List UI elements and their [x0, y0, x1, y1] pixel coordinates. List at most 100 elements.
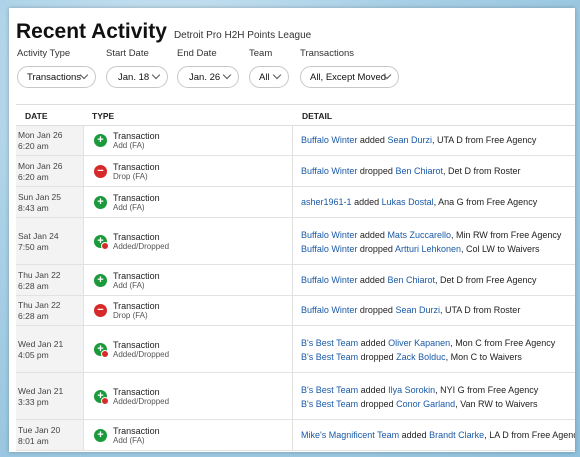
- date-cell: Tue Jan 20 8:01 am: [16, 420, 84, 450]
- action-verb: added: [359, 229, 385, 240]
- detail-cell: B's Best Team added Oliver Kapanen, Mon …: [301, 326, 575, 372]
- detail-rest: , Det D from Roster: [442, 165, 521, 176]
- transactions-dropdown[interactable]: All, Except Moved: [300, 66, 399, 88]
- player-link[interactable]: Conor Garland: [396, 399, 455, 409]
- action-verb: dropped: [359, 305, 393, 315]
- transactions-value: All, Except Moved: [310, 71, 387, 83]
- detail-rest: , Min RW from Free Agency: [450, 229, 562, 240]
- row-day: Wed Jan 21: [18, 338, 64, 349]
- detail-rest: , LA D from Free Agency: [484, 429, 575, 440]
- table-row: Sun Jan 25 8:43 am + Transaction Add (FA) ash…: [16, 187, 575, 218]
- transaction-subtype: Drop (FA): [113, 171, 148, 181]
- team-link[interactable]: Buffalo Winter: [301, 135, 357, 145]
- type-cell: − Transaction Drop (FA): [84, 156, 293, 186]
- row-day: Thu Jan 22: [18, 300, 61, 310]
- action-verb: dropped: [360, 351, 394, 362]
- add-icon: +: [94, 428, 107, 442]
- date-cell: Sun Jan 25 8:43 am: [16, 187, 84, 217]
- row-time: 6:28 am: [18, 280, 49, 291]
- action-verb: added: [359, 274, 385, 285]
- team-dropdown[interactable]: All: [249, 66, 289, 88]
- player-link[interactable]: Brandt Clarke: [429, 430, 484, 440]
- table-row: Mon Jan 26 6:20 am + Transaction Add (FA) Buf…: [16, 126, 575, 156]
- table-row: Wed Jan 21 3:33 pm + Transaction Added/Dropp…: [16, 373, 575, 420]
- start-date-value: Jan. 18: [118, 71, 150, 83]
- team-link[interactable]: Buffalo Winter: [301, 305, 357, 315]
- start-date-dropdown[interactable]: Jan. 18: [106, 66, 168, 88]
- row-time: 6:20 am: [18, 141, 49, 151]
- detail-rest: , Det D from Free Agency: [434, 274, 537, 285]
- player-link[interactable]: Ben Chiarot: [395, 166, 443, 176]
- team-link[interactable]: Buffalo Winter: [301, 275, 357, 285]
- date-cell: Mon Jan 26 6:20 am: [16, 126, 84, 155]
- team-value: All: [259, 71, 270, 83]
- player-link[interactable]: Artturi Lehkonen: [395, 244, 461, 254]
- chevron-down-icon: [222, 70, 232, 80]
- activity-type-label: Activity Type: [17, 48, 71, 59]
- league-name: Detroit Pro H2H Points League: [173, 30, 312, 41]
- table-row: Thu Jan 22 6:28 am + Transaction Add (FA) Buf…: [16, 265, 575, 296]
- action-verb: added: [401, 429, 427, 440]
- detail-cell: Buffalo Winter added Ben Chiarot, Det D …: [301, 265, 575, 295]
- transaction-subtype: Add (FA): [113, 280, 145, 290]
- transaction-type: Transaction: [113, 301, 160, 311]
- date-cell: Mon Jan 26 6:20 am: [16, 156, 84, 186]
- team-link[interactable]: Buffalo Winter: [301, 166, 357, 176]
- detail-line: B's Best Team added Oliver Kapanen, Mon …: [301, 338, 555, 349]
- team-link[interactable]: asher1961-1: [301, 197, 352, 207]
- player-link[interactable]: Mats Zuccarello: [387, 230, 451, 240]
- transaction-subtype: Add (FA): [113, 435, 145, 445]
- add-drop-icon: +: [94, 342, 109, 358]
- transaction-type: Transaction: [113, 131, 160, 141]
- row-day: Tue Jan 20: [18, 424, 61, 435]
- table-row: Mon Jan 26 6:20 am − Transaction Drop (FA) Bu…: [16, 156, 575, 187]
- row-time: 4:05 pm: [18, 349, 49, 360]
- drop-icon: −: [94, 164, 107, 178]
- detail-line: B's Best Team dropped Conor Garland, Van…: [301, 399, 538, 410]
- transaction-subtype: Added/Dropped: [113, 396, 170, 406]
- type-cell: + Transaction Added/Dropped: [84, 218, 293, 264]
- detail-cell: Buffalo Winter added Sean Durzi, UTA D f…: [301, 126, 575, 155]
- date-cell: Thu Jan 22 6:28 am: [16, 296, 84, 325]
- team-link[interactable]: B's Best Team: [301, 352, 358, 362]
- activity-type-dropdown[interactable]: Transactions: [17, 66, 96, 88]
- detail-rest: , Ana G from Free Agency: [433, 196, 538, 207]
- player-link[interactable]: Ilya Sorokin: [388, 385, 435, 395]
- date-cell: Wed Jan 21 3:33 pm: [16, 373, 84, 419]
- detail-line: Buffalo Winter dropped Ben Chiarot, Det …: [301, 166, 520, 177]
- team-link[interactable]: B's Best Team: [301, 399, 358, 409]
- detail-cell: Buffalo Winter dropped Ben Chiarot, Det …: [301, 156, 575, 186]
- transaction-type: Transaction: [113, 270, 160, 281]
- team-link[interactable]: Buffalo Winter: [301, 244, 357, 254]
- player-link[interactable]: Oliver Kapanen: [388, 338, 450, 348]
- player-link[interactable]: Sean Durzi: [395, 305, 440, 315]
- date-cell: Thu Jan 22 6:28 am: [16, 265, 84, 295]
- type-cell: + Transaction Add (FA): [84, 187, 293, 217]
- team-link[interactable]: B's Best Team: [301, 385, 358, 395]
- date-cell: Wed Jan 21 4:05 pm: [16, 326, 84, 372]
- player-link[interactable]: Lukas Dostal: [382, 197, 434, 207]
- row-day: Thu Jan 22: [18, 269, 61, 280]
- table-row: Wed Jan 21 4:05 pm + Transaction Added/Dropp…: [16, 326, 575, 373]
- team-link[interactable]: Buffalo Winter: [301, 230, 357, 240]
- type-cell: + Transaction Add (FA): [84, 265, 293, 295]
- table-row: Tue Jan 20 8:01 am + Transaction Add (FA) Mik…: [16, 420, 575, 451]
- type-cell: + Transaction Add (FA): [84, 420, 293, 450]
- type-cell: − Transaction Drop (FA): [84, 296, 293, 325]
- action-verb: added: [360, 384, 386, 395]
- detail-cell: Buffalo Winter dropped Sean Durzi, UTA D…: [301, 296, 575, 325]
- team-link[interactable]: B's Best Team: [301, 338, 358, 348]
- end-date-dropdown[interactable]: Jan. 26: [177, 66, 239, 88]
- player-link[interactable]: Ben Chiarot: [387, 275, 435, 285]
- row-day: Sat Jan 24: [18, 230, 59, 241]
- activity-panel: Recent Activity Detroit Pro H2H Points L…: [9, 8, 575, 452]
- transaction-type: Transaction: [113, 386, 160, 397]
- player-link[interactable]: Sean Durzi: [387, 135, 432, 145]
- chevron-down-icon: [272, 70, 282, 80]
- transaction-type: Transaction: [113, 161, 160, 172]
- detail-rest: , Mon C from Free Agency: [450, 337, 556, 348]
- player-link[interactable]: Zack Bolduc: [396, 352, 446, 362]
- transaction-type: Transaction: [113, 339, 160, 350]
- transaction-subtype: Added/Dropped: [113, 241, 170, 251]
- team-link[interactable]: Mike's Magnificent Team: [301, 430, 399, 440]
